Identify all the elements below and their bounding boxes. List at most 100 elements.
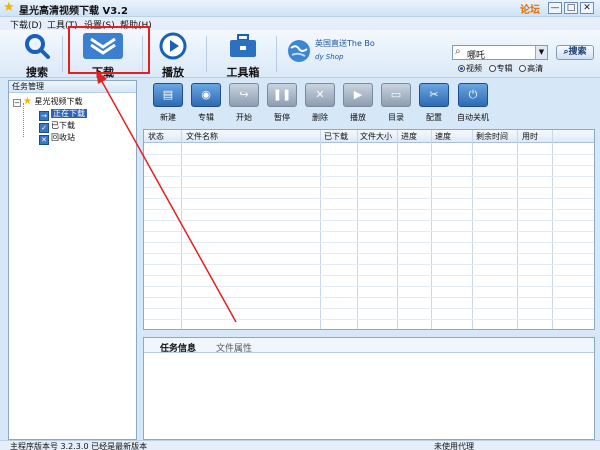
- tree-item-label: 正在下载: [51, 109, 87, 118]
- pause-button[interactable]: ❚❚ 暂停: [265, 83, 299, 123]
- tree-root[interactable]: − ★ 星光视频下载: [13, 96, 83, 107]
- radio-hd[interactable]: 高清: [519, 63, 543, 74]
- task-info-panel: 任务信息 文件属性: [143, 337, 595, 440]
- folder-icon: ▭: [381, 83, 411, 107]
- tree-root-label: 星光视频下载: [34, 97, 83, 106]
- delete-label: 删除: [312, 113, 328, 122]
- table-row-line: [144, 220, 594, 221]
- folder-button[interactable]: ▭ 目录: [379, 83, 413, 123]
- table-row-line: [144, 209, 594, 210]
- delete-button[interactable]: ✕ 删除: [303, 83, 337, 123]
- column-header[interactable]: 文件大小: [360, 131, 392, 142]
- redo-icon: ↪: [229, 83, 259, 107]
- column-divider: [397, 130, 398, 329]
- album-label: 专辑: [198, 113, 214, 122]
- radio-hd-label: 高清: [527, 64, 544, 73]
- maximize-button[interactable]: □: [564, 2, 578, 14]
- task-table[interactable]: 状态 文件名称 已下载 文件大小 进度 速度 剩余时间 用时: [143, 129, 595, 330]
- play-action-label: 播放: [350, 113, 366, 122]
- x-icon: ✕: [39, 135, 49, 145]
- power-icon: ⏻: [458, 83, 488, 107]
- search-field-icon: ⌕: [455, 46, 461, 57]
- config-label: 配置: [426, 113, 442, 122]
- table-header: 状态 文件名称 已下载 文件大小 进度 速度 剩余时间 用时: [144, 130, 594, 143]
- toolbar-separator: [206, 36, 207, 72]
- toolbox-icon: [230, 34, 256, 57]
- radio-album-label: 专辑: [496, 64, 513, 73]
- table-row-line: [144, 264, 594, 265]
- wrench-icon: ✂: [419, 83, 449, 107]
- radio-video-label: 视频: [466, 64, 482, 73]
- folder-label: 目录: [388, 113, 404, 122]
- start-button[interactable]: ↪ 开始: [227, 83, 261, 123]
- partner-banner[interactable]: 英国直送The Bo dy Shop: [286, 38, 386, 64]
- album-button[interactable]: ◉ 专辑: [189, 83, 223, 123]
- pause-icon: ❚❚: [267, 83, 297, 107]
- radio-dot: [519, 65, 527, 72]
- play-icon: [159, 32, 187, 60]
- task-tree-panel: 任务管理 − ★ 星光视频下载 → 正在下载 ✓ 已下载 ✕ 回收站: [8, 80, 137, 440]
- table-row-line: [144, 165, 594, 166]
- search-button[interactable]: ⌕搜索: [556, 45, 594, 60]
- radio-dot: [458, 65, 465, 72]
- minimize-button[interactable]: —: [548, 2, 562, 14]
- new-button[interactable]: ▤ 新建: [151, 83, 185, 123]
- radio-video[interactable]: 视频: [458, 63, 482, 74]
- search-button-label: 搜索: [568, 47, 587, 57]
- version-status: 主程序版本号 3.2.3.0 已经是最新版本: [10, 442, 148, 450]
- column-header[interactable]: 用时: [522, 131, 538, 142]
- new-label: 新建: [160, 113, 176, 122]
- table-row-line: [144, 176, 594, 177]
- toolbar-play-button[interactable]: 播放: [158, 32, 188, 80]
- auto-shutdown-label: 自动关机: [457, 113, 489, 122]
- column-divider: [320, 130, 321, 329]
- config-button[interactable]: ✂ 配置: [417, 83, 451, 123]
- column-header[interactable]: 速度: [435, 131, 451, 142]
- pause-label: 暂停: [274, 113, 290, 122]
- tree-item-recycle[interactable]: ✕ 回收站: [39, 132, 75, 145]
- info-tab-strip: 任务信息 文件属性: [144, 338, 594, 354]
- close-button[interactable]: ✕: [580, 2, 594, 14]
- column-divider: [552, 130, 553, 329]
- column-header[interactable]: 状态: [148, 131, 164, 142]
- search-type-radios: 视频 专辑 高清: [458, 63, 547, 74]
- column-divider: [517, 130, 518, 329]
- tab-task-info[interactable]: 任务信息: [160, 341, 196, 354]
- tree-connector: [23, 103, 24, 137]
- auto-shutdown-button[interactable]: ⏻ 自动关机: [453, 83, 493, 123]
- toolbar-search-button[interactable]: 搜索: [20, 32, 54, 80]
- toolbar-separator: [62, 36, 63, 72]
- toolbar-toolbox-label: 工具箱: [226, 66, 260, 79]
- title-bar: ★ 星光高清视频下载 V3.2 论坛 — □ ✕: [0, 0, 600, 17]
- column-header[interactable]: 进度: [401, 131, 417, 142]
- table-row-line: [144, 231, 594, 232]
- chevron-down-icon[interactable]: ▼: [535, 46, 547, 59]
- table-row-line: [144, 275, 594, 276]
- magnifier-icon: [25, 34, 50, 59]
- table-row-line: [144, 308, 594, 309]
- table-row-line: [144, 297, 594, 298]
- proxy-status: 未使用代理: [434, 442, 474, 450]
- collapse-toggle-icon[interactable]: −: [13, 99, 21, 107]
- play-action-button[interactable]: ▶ 播放: [341, 83, 375, 123]
- task-tree-header: 任务管理: [9, 81, 136, 93]
- radio-album[interactable]: 专辑: [488, 63, 513, 74]
- play-triangle-icon: ▶: [343, 83, 373, 107]
- document-icon: ▤: [153, 83, 183, 107]
- table-row-line: [144, 253, 594, 254]
- radio-dot: [488, 65, 496, 72]
- status-bar: 主程序版本号 3.2.3.0 已经是最新版本 未使用代理: [0, 440, 600, 450]
- toolbar-toolbox-button[interactable]: 工具箱: [224, 32, 262, 80]
- column-header[interactable]: 已下载: [324, 131, 348, 142]
- column-header[interactable]: 剩余时间: [476, 131, 508, 142]
- start-label: 开始: [236, 113, 252, 122]
- window-title: 星光高清视频下载 V3.2: [19, 6, 128, 17]
- disc-icon: ◉: [191, 83, 221, 107]
- forum-link[interactable]: 论坛: [520, 1, 540, 16]
- action-toolbar: ▤ 新建 ◉ 专辑 ↪ 开始 ❚❚ 暂停 ✕ 删除 ▶ 播放 ▭ 目录 ✂ 配置 ⏻ 自动关机: [143, 83, 595, 128]
- column-header[interactable]: 文件名称: [186, 131, 218, 142]
- search-input[interactable]: ⌕ 哪吒 ▼: [452, 45, 548, 61]
- delete-x-icon: ✕: [305, 83, 335, 107]
- toolbar-separator: [276, 36, 277, 72]
- tab-file-properties[interactable]: 文件属性: [216, 341, 252, 354]
